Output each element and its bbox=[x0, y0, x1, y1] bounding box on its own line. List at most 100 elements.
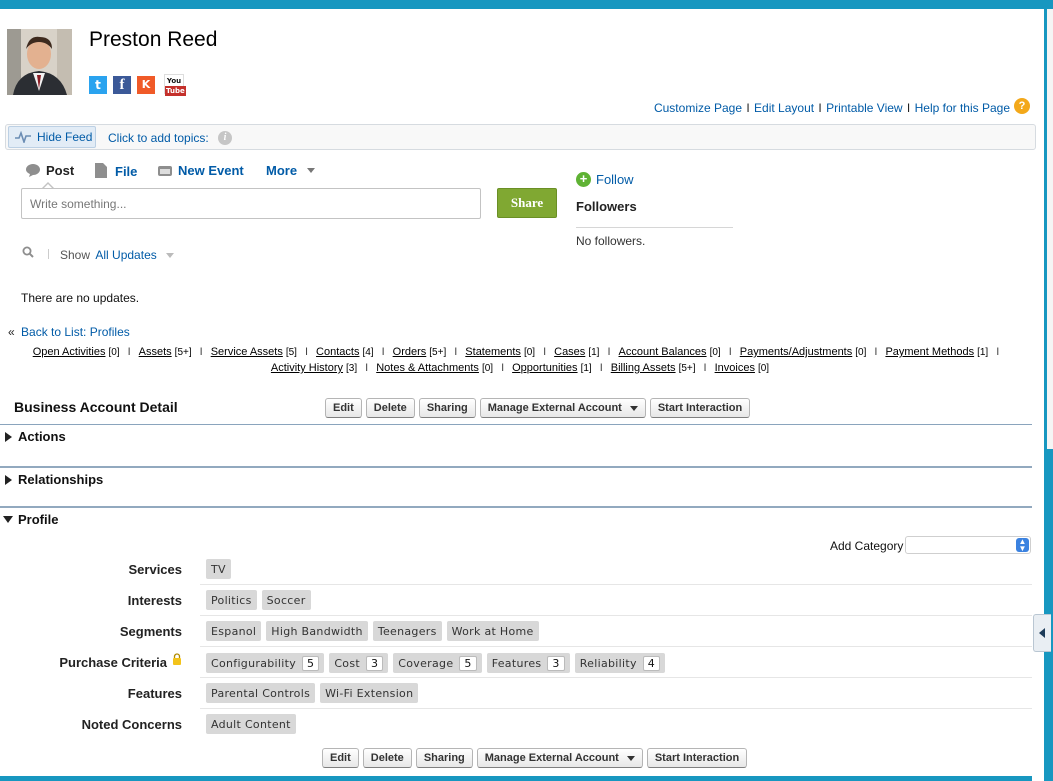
facebook-icon[interactable]: f bbox=[113, 76, 131, 94]
tag[interactable]: Espanol bbox=[206, 621, 262, 641]
klout-icon[interactable]: K bbox=[137, 76, 155, 94]
chevron-down-icon bbox=[626, 755, 635, 761]
related-link[interactable]: Activity History bbox=[271, 362, 343, 374]
chevron-down-icon bbox=[306, 168, 315, 173]
tab-more[interactable]: More bbox=[266, 163, 315, 178]
sharing-button[interactable]: Sharing bbox=[415, 748, 473, 768]
divider bbox=[576, 227, 733, 228]
related-link[interactable]: Service Assets bbox=[211, 346, 283, 358]
detail-button-bar-bottom: Edit Delete Sharing Manage External Acco… bbox=[322, 748, 748, 768]
related-link[interactable]: Payment Methods bbox=[885, 346, 974, 358]
tag[interactable]: High Bandwidth bbox=[266, 621, 368, 641]
chevron-left-icon bbox=[1039, 628, 1045, 638]
delete-button[interactable]: Delete bbox=[365, 398, 415, 418]
related-link[interactable]: Assets bbox=[139, 346, 172, 358]
tag-score: 3 bbox=[365, 655, 384, 671]
tab-post[interactable]: Post bbox=[25, 163, 74, 178]
back-to-list-link[interactable]: Back to List: Profiles bbox=[21, 325, 130, 339]
related-count: [0] bbox=[481, 363, 494, 374]
show-label: Show bbox=[60, 248, 91, 262]
related-link[interactable]: Cases bbox=[554, 346, 585, 358]
related-count: [0] bbox=[855, 347, 867, 358]
calendar-icon bbox=[158, 166, 172, 176]
section-actions[interactable]: Actions bbox=[5, 429, 66, 444]
sharing-button[interactable]: Sharing bbox=[418, 398, 476, 418]
related-link[interactable]: Notes & Attachments bbox=[376, 362, 479, 374]
feed-filter-select[interactable]: All Updates bbox=[95, 248, 156, 262]
row-label: Purchase Criteria bbox=[59, 652, 182, 670]
printable-view-link[interactable]: Printable View bbox=[826, 101, 903, 115]
tag[interactable]: Reliability 4 bbox=[574, 653, 666, 673]
manage-external-account-button[interactable]: Manage External Account bbox=[476, 748, 643, 768]
divider bbox=[0, 424, 1032, 425]
tag[interactable]: Teenagers bbox=[372, 621, 442, 641]
related-lists-line2: Activity History [3] I Notes & Attachments[… bbox=[270, 362, 770, 374]
section-profile[interactable]: Profile bbox=[3, 512, 58, 527]
feed-filter: Show All Updates bbox=[60, 248, 157, 262]
info-icon[interactable]: i bbox=[218, 131, 232, 145]
related-link[interactable]: Contacts bbox=[316, 346, 359, 358]
twitter-icon[interactable]: t bbox=[89, 76, 107, 94]
profile-row: Interests Politics Soccer bbox=[0, 585, 1032, 616]
tag[interactable]: Cost 3 bbox=[329, 653, 389, 673]
tag[interactable]: Work at Home bbox=[446, 621, 539, 641]
add-topics-link[interactable]: Click to add topics: bbox=[108, 131, 209, 145]
sidebar-toggle[interactable] bbox=[1033, 614, 1051, 652]
follow-link[interactable]: Follow bbox=[596, 172, 634, 187]
row-label: Noted Concerns bbox=[81, 717, 182, 732]
file-icon bbox=[95, 163, 107, 178]
start-interaction-button[interactable]: Start Interaction bbox=[646, 748, 748, 768]
youtube-icon[interactable]: You Tube bbox=[164, 74, 186, 96]
related-link[interactable]: Orders bbox=[393, 346, 427, 358]
delete-button[interactable]: Delete bbox=[362, 748, 412, 768]
tag[interactable]: TV bbox=[206, 559, 231, 579]
customize-page-link[interactable]: Customize Page bbox=[654, 101, 742, 115]
share-button[interactable]: Share bbox=[497, 188, 557, 218]
section-label: Profile bbox=[18, 512, 59, 527]
tag[interactable]: Wi-Fi Extension bbox=[320, 683, 419, 703]
related-link[interactable]: Open Activities bbox=[33, 346, 106, 358]
edit-button[interactable]: Edit bbox=[322, 748, 359, 768]
search-icon[interactable] bbox=[22, 246, 34, 258]
manage-external-account-button[interactable]: Manage External Account bbox=[479, 398, 646, 418]
related-count: [0] bbox=[108, 347, 120, 358]
related-link[interactable]: Billing Assets bbox=[611, 362, 676, 374]
manage-label: Manage External Account bbox=[484, 752, 619, 764]
related-link[interactable]: Statements bbox=[465, 346, 521, 358]
related-link[interactable]: Account Balances bbox=[619, 346, 707, 358]
followers-title: Followers bbox=[576, 199, 637, 214]
profile-row: Noted Concerns Adult Content bbox=[0, 709, 1032, 740]
related-link[interactable]: Payments/Adjustments bbox=[740, 346, 853, 358]
edit-button[interactable]: Edit bbox=[325, 398, 362, 418]
tag[interactable]: Configurability 5 bbox=[206, 653, 325, 673]
start-interaction-button[interactable]: Start Interaction bbox=[649, 398, 751, 418]
tag[interactable]: Soccer bbox=[261, 590, 311, 610]
related-count: [1] bbox=[588, 347, 600, 358]
tab-new-event[interactable]: New Event bbox=[157, 163, 244, 178]
related-link[interactable]: Opportunities bbox=[512, 362, 577, 374]
chevron-down-icon[interactable] bbox=[166, 253, 174, 258]
tag[interactable]: Parental Controls bbox=[206, 683, 316, 703]
help-link[interactable]: Help for this Page bbox=[915, 101, 1010, 115]
hide-feed-button[interactable]: Hide Feed bbox=[8, 126, 96, 148]
detail-button-bar-top: Edit Delete Sharing Manage External Acco… bbox=[325, 398, 751, 418]
row-label: Features bbox=[127, 686, 182, 701]
tag[interactable]: Features 3 bbox=[486, 653, 570, 673]
profile-row: Segments Espanol High Bandwidth Teenager… bbox=[0, 616, 1032, 647]
add-category-select[interactable]: ▲ ▼ bbox=[905, 536, 1031, 554]
tag[interactable]: Adult Content bbox=[206, 714, 296, 734]
bottom-accent-bar bbox=[0, 776, 1032, 781]
tag-score: 5 bbox=[302, 655, 320, 671]
tag[interactable]: Coverage 5 bbox=[393, 653, 482, 673]
breadcrumb: « Back to List: Profiles bbox=[8, 325, 130, 339]
tab-file[interactable]: File bbox=[95, 163, 137, 179]
pulse-icon bbox=[15, 131, 31, 143]
tag[interactable]: Politics bbox=[206, 590, 257, 610]
related-link[interactable]: Invoices bbox=[715, 362, 755, 374]
section-relationships[interactable]: Relationships bbox=[5, 472, 103, 487]
post-input[interactable] bbox=[21, 188, 481, 219]
help-icon[interactable]: ? bbox=[1014, 98, 1030, 114]
edit-layout-link[interactable]: Edit Layout bbox=[754, 101, 814, 115]
expand-icon bbox=[5, 474, 12, 485]
follow-plus-icon[interactable]: + bbox=[576, 172, 591, 187]
